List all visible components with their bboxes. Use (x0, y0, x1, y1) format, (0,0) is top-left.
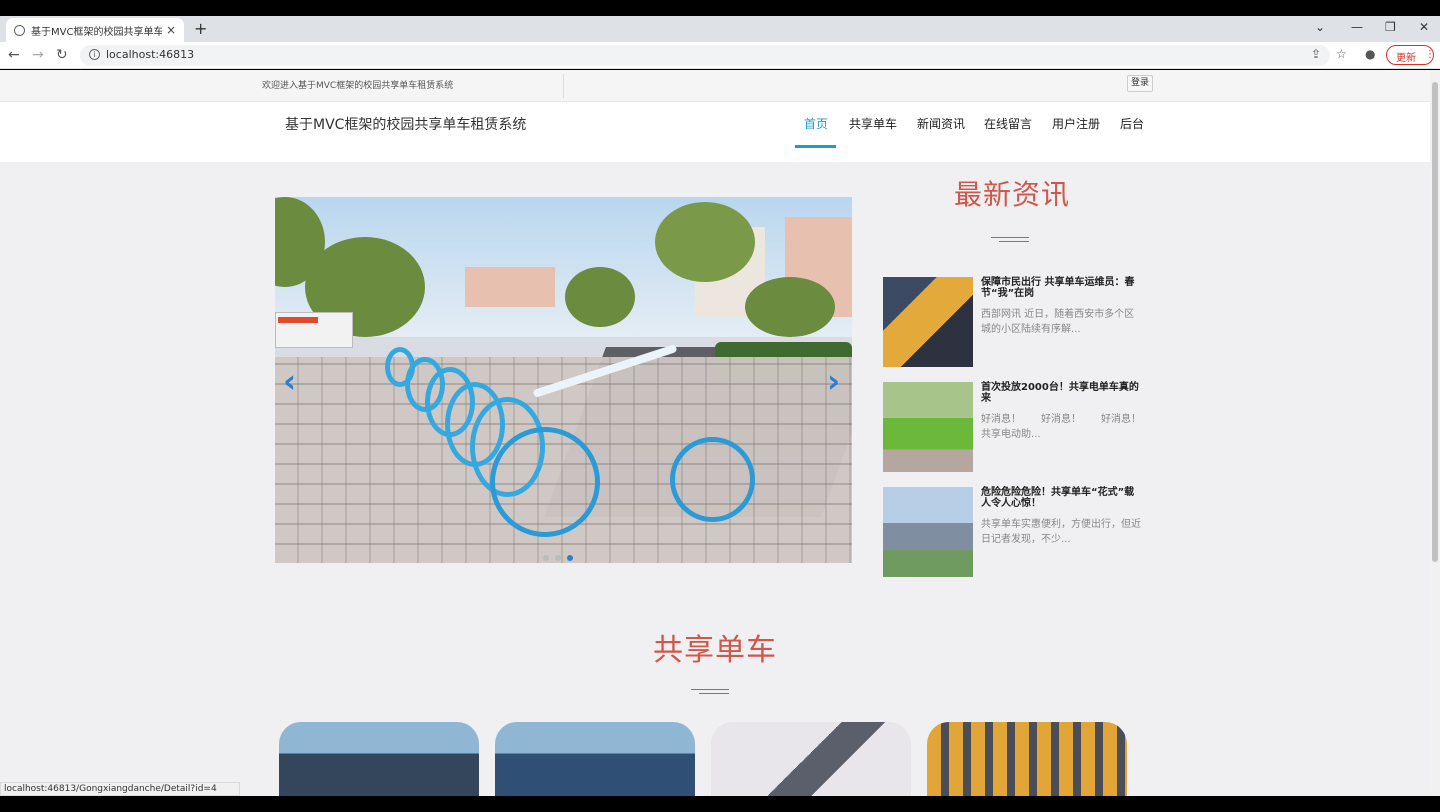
address-bar[interactable]: i localhost:46813 (80, 45, 1330, 66)
title-decoration (691, 689, 729, 690)
minimize-icon[interactable]: — (1351, 20, 1363, 34)
update-button[interactable]: 更新 ⋮ (1386, 45, 1435, 65)
carousel-image-bikes (385, 337, 765, 537)
close-tab-icon[interactable]: × (166, 23, 176, 37)
tab-title: 基于MVC框架的校园共享单车租赁系统 (31, 26, 162, 38)
forward-icon[interactable]: → (32, 47, 44, 63)
reload-icon[interactable]: ↻ (56, 47, 68, 63)
news-item-title[interactable]: 危险危险危险！共享单车“花式”载人令人心惊！ (981, 487, 1141, 509)
nav-shared-bikes[interactable]: 共享单车 (849, 115, 897, 132)
news-item-title[interactable]: 首次投放2000台！共享电单车真的来 (981, 382, 1141, 404)
bike-card[interactable] (279, 722, 479, 796)
profile-icon[interactable]: ● (1365, 47, 1375, 61)
carousel-indicators (543, 546, 579, 563)
news-item-summary: 共享单车实惠便利，方便出行，但近日记者发现，不少... (981, 519, 1141, 545)
news-thumbnail[interactable] (883, 277, 973, 367)
news-item[interactable]: 危险危险危险！共享单车“花式”载人令人心惊！ 共享单车实惠便利，方便出行，但近日… (883, 487, 1143, 577)
update-label: 更新 (1396, 53, 1416, 64)
address-text: localhost:46813 (106, 48, 195, 61)
carousel-image-tree (655, 202, 755, 282)
nav-news[interactable]: 新闻资讯 (917, 115, 965, 132)
bike-card[interactable] (927, 722, 1127, 796)
news-item[interactable]: 保障市民出行 共享单车运维员：春节“我”在岗 西部网讯 近日，随着西安市多个区城… (883, 277, 1143, 367)
hero-carousel[interactable]: ‹ › (275, 197, 852, 563)
carousel-image-building (465, 267, 555, 307)
browser-tab[interactable]: 基于MVC框架的校园共享单车租赁系统 × (6, 18, 184, 42)
restore-icon[interactable]: ❐ (1385, 20, 1396, 34)
globe-icon (14, 24, 25, 36)
carousel-dot[interactable] (555, 555, 561, 561)
title-decoration (699, 693, 729, 694)
nav-messages[interactable]: 在线留言 (984, 115, 1032, 132)
news-item-summary: 西部网讯 近日，随着西安市多个区城的小区陆续有序解... (981, 309, 1135, 335)
carousel-dot-active[interactable] (567, 555, 573, 561)
scrollbar-thumb[interactable] (1432, 82, 1438, 562)
nav-home[interactable]: 首页 (804, 115, 828, 132)
browser-toolbar: ← → ↻ i localhost:46813 ⇪ ☆ ● 更新 ⋮ (0, 42, 1440, 69)
browser-tab-strip: 基于MVC框架的校园共享单车租赁系统 × + ⌄ — ❐ ✕ (0, 16, 1440, 42)
bikes-section-title: 共享单车 (653, 633, 777, 668)
news-item-title[interactable]: 保障市民出行 共享单车运维员：春节“我”在岗 (981, 277, 1141, 299)
site-brand[interactable]: 基于MVC框架的校园共享单车租赁系统 (285, 114, 526, 134)
nav-register[interactable]: 用户注册 (1052, 115, 1100, 132)
back-icon[interactable]: ← (8, 47, 20, 63)
title-decoration (991, 237, 1029, 238)
divider (563, 74, 564, 98)
carousel-image-truck (275, 312, 353, 348)
news-item-summary: 好消息！ 好消息！ 好消息！ 共享电动助... (981, 414, 1161, 440)
carousel-dot[interactable] (543, 555, 549, 561)
status-bar-url: localhost:46813/Gongxiangdanche/Detail?i… (0, 782, 240, 796)
bike-card[interactable] (495, 722, 695, 796)
login-button[interactable]: 登录 (1127, 75, 1153, 92)
active-nav-indicator (795, 145, 836, 148)
tab-search-icon[interactable]: ⌄ (1315, 20, 1325, 34)
page-viewport: 欢迎进入基于MVC框架的校园共享单车租赁系统 登录 基于MVC框架的校园共享单车… (0, 70, 1430, 796)
carousel-prev-icon[interactable]: ‹ (283, 362, 296, 400)
news-section-title: 最新资讯 (954, 178, 1071, 211)
site-header: 基于MVC框架的校园共享单车租赁系统 首页 共享单车 新闻资讯 在线留言 用户注… (0, 102, 1430, 162)
carousel-next-icon[interactable]: › (827, 362, 840, 400)
new-tab-button[interactable]: + (194, 19, 207, 38)
welcome-text: 欢迎进入基于MVC框架的校园共享单车租赁系统 (262, 81, 454, 91)
news-thumbnail[interactable] (883, 487, 973, 577)
top-info-bar: 欢迎进入基于MVC框架的校园共享单车租赁系统 登录 (0, 70, 1430, 102)
page-scrollbar[interactable] (1430, 70, 1440, 796)
share-icon[interactable]: ⇪ (1311, 47, 1321, 61)
news-thumbnail[interactable] (883, 382, 973, 472)
news-item[interactable]: 首次投放2000台！共享电单车真的来 好消息！ 好消息！ 好消息！ 共享电动助.… (883, 382, 1161, 472)
window-close-icon[interactable]: ✕ (1419, 20, 1429, 34)
screen: 基于MVC框架的校园共享单车租赁系统 × + ⌄ — ❐ ✕ ← → ↻ i l… (0, 0, 1440, 812)
bookmark-star-icon[interactable]: ☆ (1336, 47, 1347, 61)
bike-card[interactable] (711, 722, 911, 796)
nav-admin[interactable]: 后台 (1120, 115, 1144, 132)
title-decoration (999, 241, 1029, 242)
site-info-icon[interactable]: i (89, 49, 100, 60)
carousel-image-tree (745, 277, 835, 337)
menu-dots-icon: ⋮ (1425, 49, 1435, 60)
carousel-image-tree (565, 267, 635, 327)
